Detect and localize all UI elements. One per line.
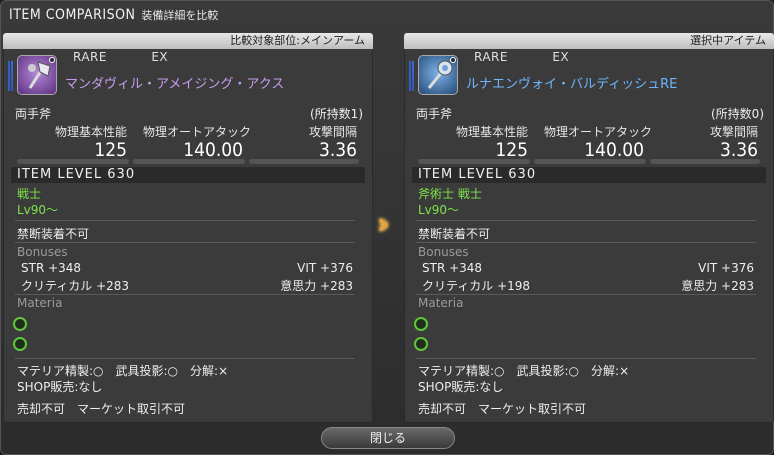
stat-value-delay: 3.36 <box>719 139 758 161</box>
owned-dot-icon <box>49 57 55 63</box>
stat-bar <box>534 159 646 164</box>
bonus-str: STR +348 <box>21 261 82 275</box>
owned-dot-icon <box>450 57 456 63</box>
stat-label-delay: 攻撃間隔 <box>710 125 759 139</box>
compare-target-panel: 比較対象部位:メインアーム RARE EX マンダヴィル・アメイジング・アクス … <box>3 33 373 423</box>
item-category: 両手斧 <box>15 107 52 121</box>
divider <box>416 294 756 295</box>
bonus-crit: クリティカル +283 <box>21 279 130 293</box>
window-title: ITEM COMPARISON <box>9 7 136 23</box>
trade-info: 売却不可 マーケット取引不可 <box>418 402 587 416</box>
owned-count: (所持数1) <box>310 107 363 121</box>
equip-level: Lv90～ <box>17 203 59 217</box>
stat-value-delay: 3.36 <box>318 139 357 161</box>
rarity-tags: RARE EX <box>474 50 609 64</box>
shop-info: SHOP販売:なし <box>418 380 504 394</box>
divider <box>15 358 355 359</box>
divider <box>416 242 756 243</box>
item-level: ITEM LEVEL 630 <box>17 167 136 182</box>
window-subtitle: 装備詳細を比較 <box>141 9 219 22</box>
materia-slot-icon[interactable] <box>13 337 27 351</box>
bonus-vit: VIT +376 <box>698 261 754 275</box>
bonus-crit: クリティカル +198 <box>422 279 531 293</box>
shop-info: SHOP販売:なし <box>17 380 103 394</box>
stat-bar <box>17 159 129 164</box>
stat-bar <box>249 159 359 164</box>
trade-info: 売却不可 マーケット取引不可 <box>17 402 186 416</box>
title-bar: ITEM COMPARISON 装備詳細を比較 <box>9 7 218 29</box>
item-level: ITEM LEVEL 630 <box>418 167 537 182</box>
panel-header: 比較対象部位:メインアーム <box>3 33 373 49</box>
stat-bar <box>133 159 245 164</box>
stat-bar <box>418 159 530 164</box>
dye-stripe <box>11 61 13 91</box>
crafting-info: マテリア精製:○ 武具投影:○ 分解:× <box>17 364 229 378</box>
rare-tag: RARE <box>73 50 107 64</box>
job-list: 斧術士 戦士 <box>418 187 482 201</box>
divider <box>15 242 355 243</box>
divider <box>416 358 756 359</box>
close-button[interactable]: 閉じる <box>321 427 455 449</box>
unique-note: 禁断装着不可 <box>17 227 90 241</box>
dye-stripe <box>412 61 414 91</box>
ex-tag: EX <box>552 50 570 64</box>
divider <box>416 220 756 221</box>
bonus-det: 意思力 +283 <box>280 279 353 293</box>
stat-value-physical-damage: 125 <box>495 139 528 161</box>
bonus-det: 意思力 +283 <box>681 279 754 293</box>
dye-stripe <box>409 61 411 91</box>
materia-title: Materia <box>418 296 464 310</box>
bonus-str: STR +348 <box>422 261 483 275</box>
item-name: マンダヴィル・アメイジング・アクス <box>65 77 285 92</box>
item-comparison-window: ITEM COMPARISON 装備詳細を比較 比較対象部位:メインアーム RA… <box>0 0 774 455</box>
job-list: 戦士 <box>17 187 42 201</box>
item-category: 両手斧 <box>416 107 453 121</box>
unique-note: 禁断装着不可 <box>418 227 491 241</box>
owned-count: (所持数0) <box>711 107 764 121</box>
stat-label-physical-damage: 物理基本性能 <box>456 125 529 139</box>
stat-value-auto-attack: 140.00 <box>584 139 644 161</box>
dye-stripe <box>8 61 10 91</box>
divider <box>15 220 355 221</box>
rare-tag: RARE <box>474 50 508 64</box>
panel-header: 選択中アイテム <box>404 33 774 49</box>
axe-icon[interactable] <box>17 55 57 95</box>
crafting-info: マテリア精製:○ 武具投影:○ 分解:× <box>418 364 630 378</box>
stat-label-physical-damage: 物理基本性能 <box>55 125 128 139</box>
bonuses-title: Bonuses <box>17 245 68 259</box>
stat-bar <box>650 159 760 164</box>
materia-slot-icon[interactable] <box>13 317 27 331</box>
stat-label-delay: 攻撃間隔 <box>309 125 358 139</box>
materia-slot-icon[interactable] <box>414 337 428 351</box>
item-name: ルナエンヴォイ・バルディッシュRE <box>466 77 678 92</box>
stat-label-auto-attack: 物理オートアタック <box>143 125 252 139</box>
equip-level: Lv90～ <box>418 203 460 217</box>
materia-slot-icon[interactable] <box>414 317 428 331</box>
ex-tag: EX <box>151 50 169 64</box>
bonuses-title: Bonuses <box>418 245 469 259</box>
hammer-icon[interactable] <box>418 55 458 95</box>
rarity-tags: RARE EX <box>73 50 208 64</box>
stat-label-auto-attack: 物理オートアタック <box>544 125 653 139</box>
divider <box>15 294 355 295</box>
bonus-vit: VIT +376 <box>297 261 353 275</box>
selected-item-panel: 選択中アイテム RARE EX ルナエンヴォイ・バルディッシュRE 両手斧 (所… <box>404 33 774 423</box>
materia-title: Materia <box>17 296 63 310</box>
stat-value-physical-damage: 125 <box>94 139 127 161</box>
stat-value-auto-attack: 140.00 <box>183 139 243 161</box>
